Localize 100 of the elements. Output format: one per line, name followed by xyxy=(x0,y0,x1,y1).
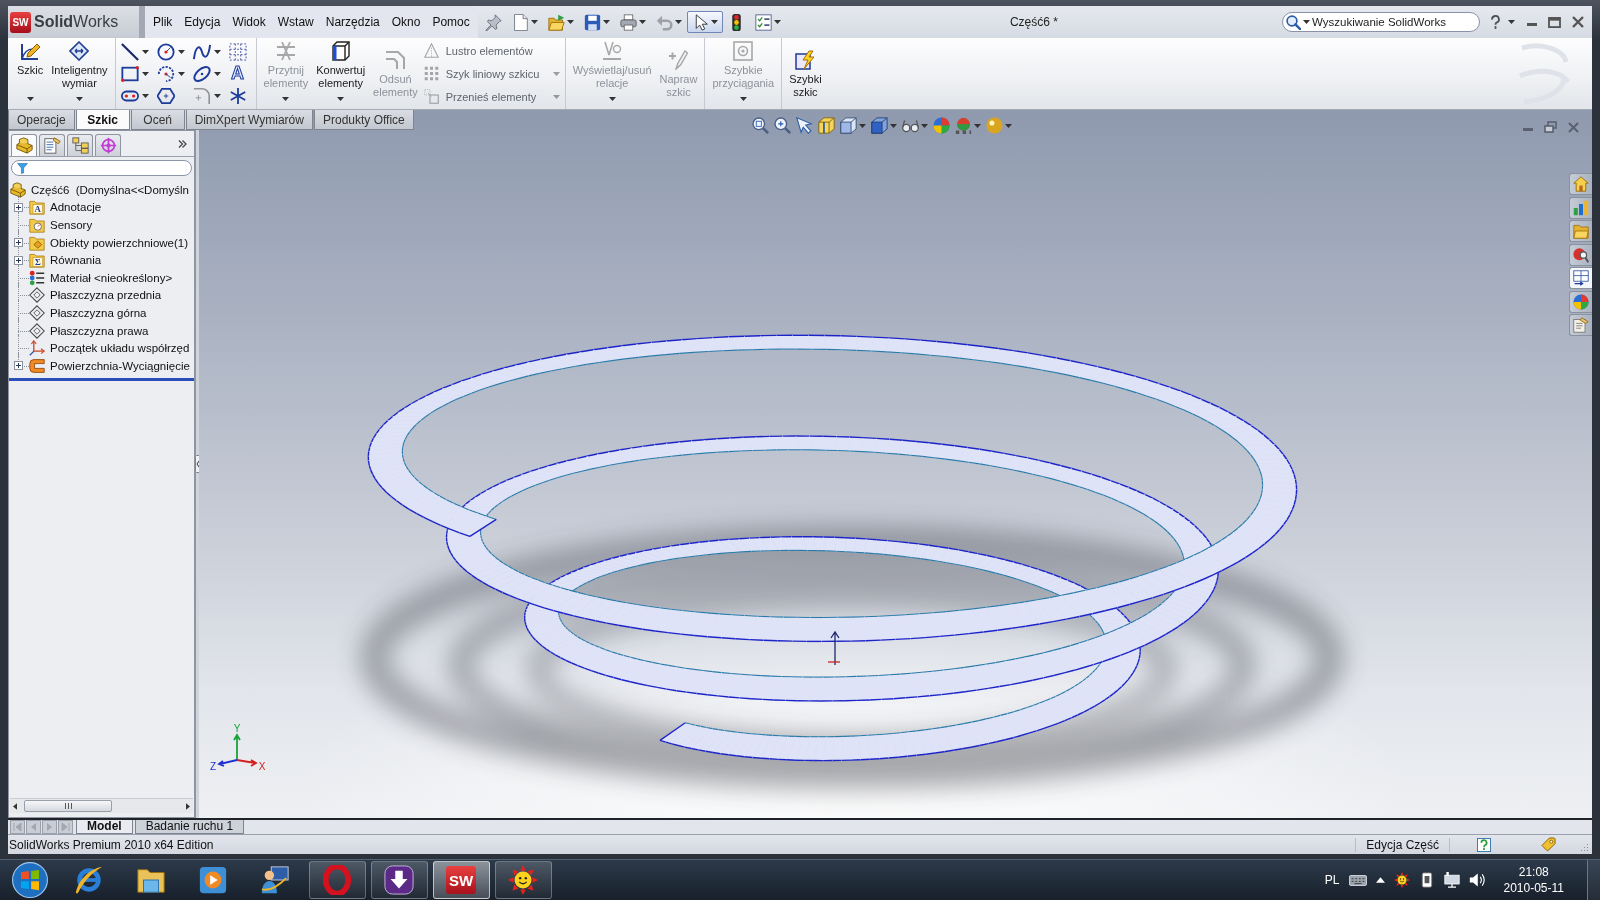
double-chevron-icon[interactable] xyxy=(178,140,187,148)
menu-item[interactable]: Widok xyxy=(226,15,272,29)
panel-tab[interactable] xyxy=(39,134,65,156)
triangle-up-icon[interactable] xyxy=(1375,877,1385,883)
scrollbar-thumb[interactable] xyxy=(24,800,112,812)
taskbar-button[interactable] xyxy=(370,861,428,899)
taskbar-button[interactable]: SW xyxy=(432,861,490,899)
view-tool-button[interactable] xyxy=(955,117,981,134)
tab[interactable]: Szkic xyxy=(75,110,130,130)
rollback-bar[interactable] xyxy=(9,377,194,381)
speaker-icon[interactable] xyxy=(1468,872,1485,888)
search-field[interactable]: Wyszukiwanie SolidWorks xyxy=(1282,12,1480,32)
taskbar-button[interactable] xyxy=(260,865,290,895)
glasses-icon xyxy=(902,117,919,134)
tree-item[interactable]: Płaszczyzna przednia xyxy=(50,289,162,302)
task-pane-tab[interactable] xyxy=(1569,243,1592,266)
language-indicator[interactable]: PL xyxy=(1324,873,1340,887)
folder-icon xyxy=(1573,223,1589,239)
toolbar-button[interactable]: Szybki szkic xyxy=(785,38,826,108)
horizontal-scrollbar[interactable] xyxy=(10,798,193,813)
tab[interactable]: Produkty Office xyxy=(313,110,414,130)
scroll-right-icon[interactable] xyxy=(186,802,190,810)
task-pane-tab[interactable] xyxy=(1569,196,1592,219)
resize-grip-icon[interactable] xyxy=(1580,843,1589,852)
tab[interactable]: Model xyxy=(76,820,133,834)
tree-item[interactable]: Materiał <nieokreślony> xyxy=(50,271,173,284)
view-tool-button[interactable] xyxy=(752,117,769,134)
tree-item[interactable]: Początek układu współrzęd xyxy=(50,342,190,355)
toolbar-button[interactable]: Inteligentny wymiar xyxy=(47,38,112,108)
logo-mark: SW xyxy=(10,11,31,33)
taskbar-button[interactable] xyxy=(198,865,228,895)
help-icon[interactable] xyxy=(1490,15,1501,29)
view-tool-button[interactable] xyxy=(796,117,813,134)
menu-item[interactable]: Edycja xyxy=(178,15,227,29)
maximize-icon[interactable] xyxy=(1548,16,1561,28)
expand-icon[interactable] xyxy=(14,202,23,212)
view-tool-button[interactable] xyxy=(902,117,928,134)
clock-time[interactable]: 21:08 xyxy=(1518,864,1549,880)
tab[interactable]: Operacje xyxy=(8,110,75,130)
tree-item[interactable]: Część6 (Domyślna<<Domyśln xyxy=(31,183,189,196)
blocks-icon xyxy=(15,137,33,154)
menu-item[interactable]: Narzędzia xyxy=(319,15,386,29)
show-desktop-button[interactable] xyxy=(1587,860,1600,900)
view-tool-button[interactable] xyxy=(871,117,897,134)
panel-tab[interactable] xyxy=(11,134,37,156)
clock-date[interactable]: 2010-05-11 xyxy=(1503,880,1564,896)
view-tool-button[interactable] xyxy=(933,117,950,134)
keyboard-icon[interactable] xyxy=(1348,874,1367,886)
fillet-icon xyxy=(192,86,211,105)
bullet-list-icon xyxy=(29,269,45,286)
tree-item[interactable]: Sensory xyxy=(50,219,93,231)
close-icon[interactable] xyxy=(1572,16,1584,28)
menu-item[interactable]: Plik xyxy=(147,15,179,29)
tree-item[interactable]: Obiekty powierzchniowe(1) xyxy=(50,236,189,249)
panel-tab[interactable] xyxy=(95,134,121,156)
expand-icon[interactable] xyxy=(14,361,23,371)
tab[interactable]: DimXpert Wymiarów xyxy=(185,110,313,130)
tree-item[interactable]: Powierzchnia-Wyciągnięcie xyxy=(50,359,190,372)
network-icon[interactable] xyxy=(1443,872,1460,888)
menu-item[interactable]: Wstaw xyxy=(271,15,320,29)
axis-label: Z xyxy=(209,761,217,772)
view-tool-button[interactable] xyxy=(818,117,835,134)
open-folder-icon xyxy=(547,13,565,31)
sketch-tool-button[interactable] xyxy=(192,64,223,83)
sun-face-icon[interactable] xyxy=(1393,872,1410,888)
toolbar-button[interactable]: Konwertuj elementy xyxy=(312,38,370,108)
expand-icon[interactable] xyxy=(14,238,23,248)
sketch-tool-button[interactable] xyxy=(120,64,151,83)
taskbar-button[interactable] xyxy=(74,865,104,895)
select-button[interactable] xyxy=(686,11,723,33)
tree-item[interactable]: Adnotacje xyxy=(50,201,102,214)
view-tool-button[interactable] xyxy=(986,117,1012,134)
view-tool-button[interactable] xyxy=(840,117,866,134)
taskbar-button[interactable] xyxy=(494,861,552,899)
tree-item[interactable]: Równania xyxy=(50,254,102,267)
caret-icon[interactable] xyxy=(1508,20,1515,24)
menu-item[interactable]: Okno xyxy=(385,15,427,29)
task-pane-tab[interactable] xyxy=(1569,267,1592,289)
sketch-tool-button[interactable] xyxy=(120,42,151,61)
menu-item[interactable]: Pomoc xyxy=(426,15,476,29)
sketch-tool-button[interactable] xyxy=(156,42,187,61)
expand-icon[interactable] xyxy=(14,255,23,265)
task-pane-tab[interactable] xyxy=(1569,314,1592,336)
circle-icon xyxy=(156,42,175,61)
view-tool-button[interactable] xyxy=(774,117,791,134)
restore-icon[interactable] xyxy=(1544,121,1557,133)
tree-item[interactable]: Płaszczyzna prawa xyxy=(50,324,149,337)
tab[interactable]: Badanie ruchu 1 xyxy=(134,820,245,834)
help-icon[interactable] xyxy=(1477,837,1491,852)
start-orb-icon[interactable] xyxy=(12,862,48,898)
sketch-tool-button[interactable] xyxy=(192,42,223,61)
gauge-folder-icon xyxy=(29,217,45,233)
tree-item[interactable]: Płaszczyzna górna xyxy=(50,306,147,319)
tab[interactable]: Oceń xyxy=(130,110,185,130)
toolbar-button[interactable]: Szkic xyxy=(13,38,48,108)
bracket-shape-icon xyxy=(29,357,45,374)
scroll-left-icon[interactable] xyxy=(13,802,17,810)
sketch-tool-button[interactable] xyxy=(156,64,187,83)
panel-tab[interactable] xyxy=(67,134,93,156)
filter-field[interactable] xyxy=(11,160,192,176)
